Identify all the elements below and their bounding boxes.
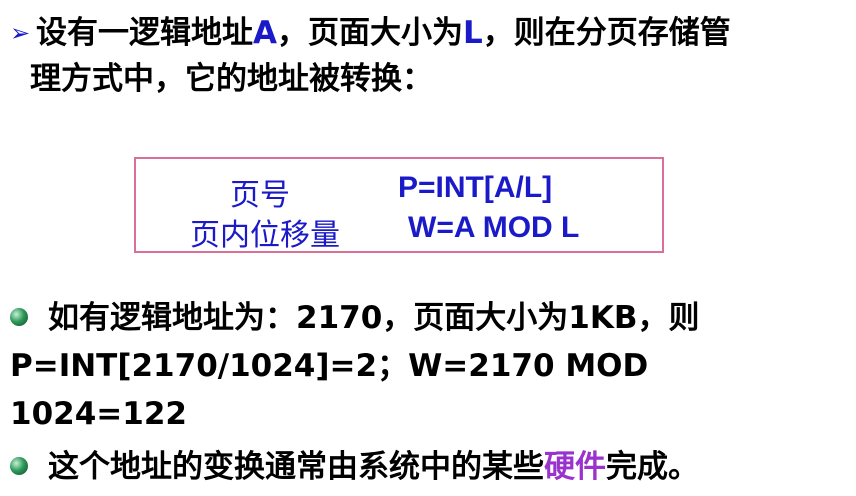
example-line-3: 1024=122 <box>10 396 187 432</box>
intro-line-1: ➢ 设有一逻辑地址A，页面大小为L，则在分页存储管 <box>10 10 850 56</box>
intro-suffix: ，则在分页存储管 <box>482 15 731 51</box>
offset-formula: W=A MOD L <box>408 211 580 244</box>
intro-line-2: 理方式中，它的地址被转换： <box>30 61 433 97</box>
example-line-1: 如有逻辑地址为：2170，页面大小为1KB，则 <box>10 294 850 342</box>
conclusion-prefix: 这个地址的变换通常由系统中的某些 <box>48 449 544 485</box>
example-line-2: P=INT[2170/1024]=2；W=2170 MOD <box>10 348 649 384</box>
conclusion-suffix: 完成。 <box>606 449 699 485</box>
offset-formula-row: W=A MOD L <box>408 210 579 245</box>
page-number-formula: P=INT[A/L] <box>398 171 553 204</box>
intro-paragraph: ➢ 设有一逻辑地址A，页面大小为L，则在分页存储管 理方式中，它的地址被转换： <box>10 10 850 102</box>
arrow-bullet-icon: ➢ <box>10 19 31 47</box>
offset-label: 页内位移量 <box>190 218 340 253</box>
page-number-formula-row: P=INT[A/L] <box>398 170 552 205</box>
page-number-row: 页号 <box>230 170 290 214</box>
example-paragraph: 如有逻辑地址为：2170，页面大小为1KB，则 P=INT[2170/1024]… <box>10 294 850 438</box>
hardware-highlight: 硬件 <box>544 449 606 485</box>
intro-middle: ，页面大小为 <box>277 15 463 51</box>
green-sphere-bullet-icon <box>10 308 28 326</box>
formula-box: 页号 P=INT[A/L] 页内位移量 W=A MOD L <box>134 157 664 253</box>
intro-prefix: 设有一逻辑地址 <box>36 15 253 51</box>
offset-row: 页内位移量 <box>190 210 340 254</box>
page-number-label: 页号 <box>230 178 290 213</box>
green-sphere-bullet-icon <box>10 457 28 475</box>
conclusion-paragraph: 这个地址的变换通常由系统中的某些硬件完成。 <box>10 443 850 491</box>
example-text-1: 如有逻辑地址为：2170，页面大小为1KB，则 <box>48 300 700 336</box>
variable-l: L <box>463 15 483 51</box>
variable-a: A <box>253 15 277 51</box>
